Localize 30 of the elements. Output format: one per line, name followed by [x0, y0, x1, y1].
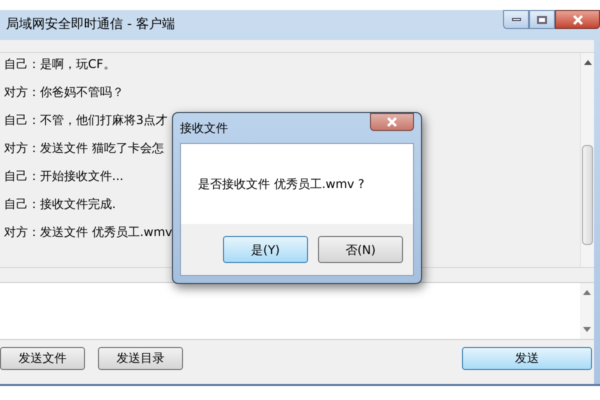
send-button[interactable]: 发送文件	[0, 346, 85, 370]
dialog-button[interactable]: 是(Y)	[223, 236, 308, 263]
dialog-message: 是否接收文件 优秀员工.wmv ?	[198, 176, 364, 193]
chat-message: 自己：接收文件完成.	[4, 196, 116, 213]
minimize-icon	[512, 18, 520, 21]
chat-message: 自己：是啊，玩CF。	[4, 56, 116, 73]
dialog-title: 接收文件	[180, 120, 228, 137]
chat-message: 自己：开始接收文件...	[4, 168, 124, 185]
send-button[interactable]: 发送目录	[98, 346, 183, 370]
chat-message: 对方：发送文件 猫吃了卡会怎	[4, 140, 164, 157]
dialog-button[interactable]: 否(N)	[318, 236, 403, 263]
maximize-button[interactable]	[529, 10, 555, 29]
maximize-icon	[537, 16, 547, 24]
scroll-thumb[interactable]	[582, 145, 593, 245]
window-title: 局域网安全即时通信 - 客户端	[6, 16, 175, 34]
send-button[interactable]: 发送	[462, 346, 592, 370]
scrollbar[interactable]	[580, 53, 594, 267]
close-icon	[386, 117, 398, 127]
scrollbar[interactable]	[580, 283, 594, 339]
minimize-button[interactable]	[503, 10, 529, 29]
chat-message: 自己：不管，他们打麻将3点才	[4, 112, 168, 129]
chat-message: 对方：发送文件 优秀员工.wmv	[4, 224, 172, 241]
close-button[interactable]	[555, 10, 600, 29]
scroll-up-icon	[584, 59, 592, 65]
chat-message: 对方：你爸妈不管吗？	[4, 84, 124, 101]
message-input[interactable]	[0, 282, 594, 340]
scroll-down-icon	[583, 327, 591, 333]
close-icon	[572, 14, 584, 24]
close-button[interactable]	[370, 113, 414, 131]
scroll-up-icon	[583, 289, 591, 295]
